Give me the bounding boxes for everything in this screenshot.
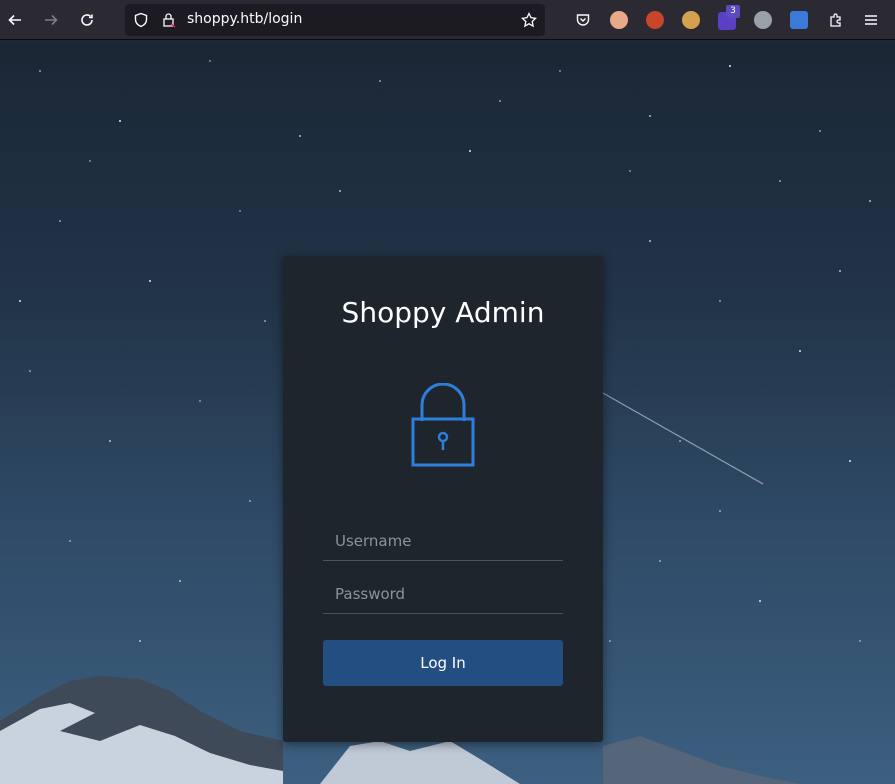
extensions-puzzle-icon[interactable] — [826, 10, 846, 30]
site-security-icon[interactable] — [159, 10, 179, 30]
reload-icon[interactable] — [77, 10, 97, 30]
username-input[interactable] — [323, 521, 563, 561]
bookmark-star-icon[interactable] — [519, 10, 539, 30]
pocket-icon[interactable] — [573, 10, 593, 30]
password-input[interactable] — [323, 574, 563, 614]
cookie-icon[interactable] — [682, 11, 700, 29]
extension-badge: 3 — [726, 5, 740, 18]
forward-icon[interactable] — [41, 10, 61, 30]
page-title: Shoppy Admin — [341, 296, 545, 329]
shield-icon[interactable] — [131, 10, 151, 30]
lock-icon — [411, 383, 475, 467]
url-bar[interactable]: shoppy.htb/login — [125, 4, 545, 36]
browser-toolbar: shoppy.htb/login 3 — [0, 0, 895, 40]
extension-fox-icon[interactable] — [646, 11, 664, 29]
page-background: Shoppy Admin Log In — [0, 41, 895, 784]
url-text[interactable]: shoppy.htb/login — [187, 11, 302, 27]
menu-icon[interactable] — [861, 10, 881, 30]
extension-gear-icon[interactable] — [754, 11, 772, 29]
back-icon[interactable] — [5, 10, 25, 30]
extension-face-icon[interactable] — [610, 11, 628, 29]
login-card: Shoppy Admin Log In — [283, 256, 603, 742]
translate-icon[interactable] — [790, 11, 808, 29]
login-button[interactable]: Log In — [323, 640, 563, 686]
